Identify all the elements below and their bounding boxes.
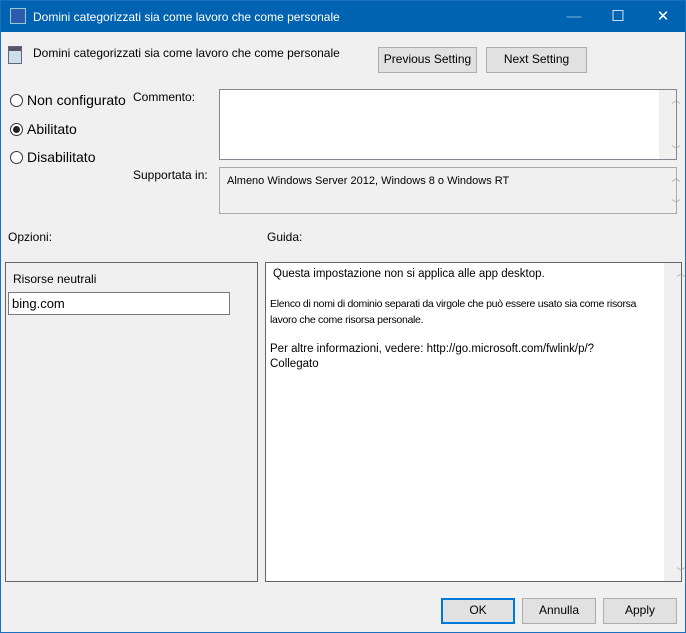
close-button[interactable]: ✕ [640,1,686,32]
supported-label: Supportata in: [133,168,208,182]
help-panel: Questa impostazione non si applica alle … [265,262,686,582]
ok-label: OK [469,603,487,617]
scroll-up-icon[interactable]: ︿ [668,93,685,106]
setting-name: Domini categorizzati sia come lavoro che… [33,46,340,60]
policy-icon [8,46,22,64]
next-setting-label: Next Setting [503,52,570,66]
supported-value: Almeno Windows Server 2012, Windows 8 o … [227,175,510,187]
help-line: Collegato [270,358,319,370]
apply-button[interactable]: Apply [603,598,677,624]
radio-disabled[interactable]: Disabilitato [10,149,95,165]
cancel-button[interactable]: Annulla [522,598,596,624]
maximize-button[interactable]: ☐ [595,1,641,32]
radio-circle [10,93,23,107]
radio-circle [10,150,23,164]
scroll-up-icon[interactable]: ︿ [668,171,685,184]
previous-setting-button[interactable]: Previous Setting [378,47,477,73]
scroll-up-icon[interactable]: ︿ [673,266,686,279]
radio-label: Disabilitato [27,149,96,165]
options-label: Opzioni: [8,230,53,244]
comment-label: Commento: [133,90,196,104]
options-panel: Risorse neutrali bing.com [5,262,258,582]
comment-scrollbar[interactable]: ︿ ﹀ [659,90,681,159]
app-icon [10,8,26,24]
neutral-resources-label: Risorse neutrali [13,272,97,286]
neutral-resources-value: bing.com [12,296,65,311]
help-label: Guida: [267,230,303,244]
minimize-button[interactable]: — [551,1,597,32]
neutral-resources-input[interactable]: bing.com [8,292,230,315]
policy-dialog: Domini categorizzati sia come lavoro che… [0,0,686,633]
apply-label: Apply [624,603,656,617]
window-title: Domini categorizzati sia come lavoro che… [33,10,340,24]
radio-label: Non configurato [27,92,126,108]
scroll-down-icon[interactable]: ﹀ [668,197,685,210]
scroll-down-icon[interactable]: ﹀ [673,565,686,578]
supported-scrollbar[interactable]: ︿ ﹀ [659,168,681,213]
help-scrollbar[interactable]: ︿ ﹀ [664,263,686,581]
scroll-down-icon[interactable]: ﹀ [668,143,685,156]
title-bar: Domini categorizzati sia come lavoro che… [1,1,685,32]
next-setting-button[interactable]: Next Setting [486,47,587,73]
help-line: Elenco di nomi di dominio separati da vi… [270,298,637,326]
radio-circle [10,122,23,136]
ok-button[interactable]: OK [441,598,515,624]
radio-not-configured[interactable]: Non configurato [10,92,126,108]
radio-label: Abilitato [27,121,77,137]
cancel-label: Annulla [538,603,580,617]
help-line: Per altre informazioni, vedere: http://g… [270,343,595,355]
comment-textarea[interactable]: ︿ ﹀ [219,89,681,160]
radio-enabled[interactable]: Abilitato [10,121,77,137]
previous-setting-label: Previous Setting [383,52,472,66]
help-line: Questa impostazione non si applica alle … [273,268,545,280]
supported-box: Almeno Windows Server 2012, Windows 8 o … [219,167,681,214]
